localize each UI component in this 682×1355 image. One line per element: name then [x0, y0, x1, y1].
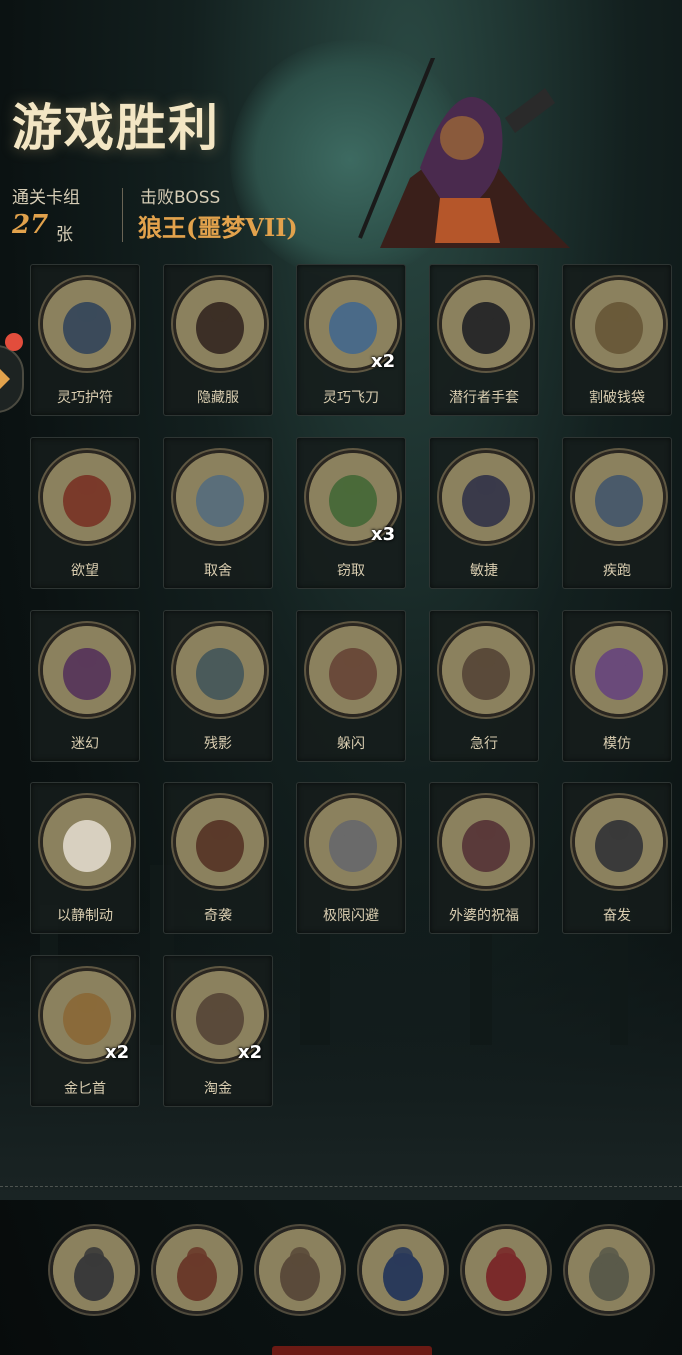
card-tile[interactable]: 奇袭	[163, 782, 273, 934]
hero-character-art	[340, 52, 580, 248]
archer-hero-icon[interactable]	[153, 1226, 241, 1314]
witch-icon	[40, 623, 134, 717]
card-name: 潜行者手套	[449, 390, 519, 406]
spellbook-icon[interactable]	[359, 1226, 447, 1314]
card-name: 疾跑	[603, 563, 631, 579]
card-tile[interactable]: 隐藏服	[163, 264, 273, 416]
card-tile[interactable]: 灵巧飞刀 x2	[296, 264, 406, 416]
card-name: 躲闪	[337, 736, 365, 752]
card-name: 极限闪避	[323, 908, 379, 924]
glove-icon	[439, 277, 533, 371]
boss-name: 狼王(噩梦VII)	[138, 213, 298, 242]
cut-purse-icon	[572, 277, 666, 371]
card-name: 灵巧护符	[57, 390, 113, 406]
card-tile[interactable]: 金匕首 x2	[30, 955, 140, 1107]
card-count: x2	[238, 1042, 263, 1063]
card-tile[interactable]: 疾跑	[562, 437, 672, 589]
deck-unit: 张	[56, 225, 73, 245]
muscle-kid-icon	[572, 795, 666, 889]
card-tile[interactable]: 急行	[429, 610, 539, 762]
card-name: 淘金	[204, 1081, 232, 1097]
card-name: 奋发	[603, 908, 631, 924]
card-tile[interactable]: 迷幻	[30, 610, 140, 762]
card-name: 残影	[204, 736, 232, 752]
card-tile[interactable]: 外婆的祝福	[429, 782, 539, 934]
card-tile[interactable]: 残影	[163, 610, 273, 762]
greedy-frog-icon	[40, 450, 134, 544]
card-name: 急行	[470, 736, 498, 752]
card-name: 灵巧飞刀	[323, 390, 379, 406]
card-name: 金匕首	[64, 1081, 106, 1097]
card-name: 敏捷	[470, 563, 498, 579]
card-tile[interactable]: 割破钱袋	[562, 264, 672, 416]
card-tile[interactable]: 模仿	[562, 610, 672, 762]
card-name: 割破钱袋	[589, 390, 645, 406]
hooded-cloak-icon	[173, 277, 267, 371]
game-victory-title: 游戏胜利	[12, 98, 220, 157]
lightning-cat-icon	[439, 450, 533, 544]
card-count: x2	[105, 1042, 130, 1063]
card-name: 以静制动	[57, 908, 113, 924]
stats-divider	[122, 188, 123, 242]
afterimage-icon	[173, 623, 267, 717]
dodge-icon	[306, 623, 400, 717]
card-name: 模仿	[603, 736, 631, 752]
wizard-icon	[173, 450, 267, 544]
amulet-icon	[40, 277, 134, 371]
demon-hero-icon[interactable]	[462, 1226, 550, 1314]
card-name: 欲望	[71, 563, 99, 579]
running-goblin-icon	[572, 450, 666, 544]
card-tile[interactable]: 奋发	[562, 782, 672, 934]
deck-count: 27	[12, 210, 49, 240]
helmet-hero-icon[interactable]	[256, 1226, 344, 1314]
card-count: x3	[371, 524, 396, 545]
card-count: x2	[371, 351, 396, 372]
card-tile[interactable]: 淘金 x2	[163, 955, 273, 1107]
card-tile[interactable]: 灵巧护符	[30, 264, 140, 416]
card-name: 外婆的祝福	[449, 908, 519, 924]
card-tile[interactable]: 窃取 x3	[296, 437, 406, 589]
card-tile[interactable]: 敏捷	[429, 437, 539, 589]
grandma-icon	[439, 795, 533, 889]
skull-flame-icon	[40, 795, 134, 889]
ambush-icon	[173, 795, 267, 889]
warrior-hero-icon[interactable]	[565, 1226, 653, 1314]
card-name: 取舍	[204, 563, 232, 579]
mask-icon	[572, 623, 666, 717]
card-tile[interactable]: 以静制动	[30, 782, 140, 934]
card-tile[interactable]: 潜行者手套	[429, 264, 539, 416]
bottom-button-edge[interactable]	[272, 1346, 432, 1355]
card-tile[interactable]: 取舍	[163, 437, 273, 589]
card-tile[interactable]: 躲闪	[296, 610, 406, 762]
card-tile[interactable]: 极限闪避	[296, 782, 406, 934]
notification-dot	[5, 333, 23, 351]
divider-dashed	[0, 1186, 682, 1187]
deck-label: 通关卡组	[12, 188, 80, 208]
card-name: 窃取	[337, 563, 365, 579]
card-name: 迷幻	[71, 736, 99, 752]
campfire-hero-icon[interactable]	[50, 1226, 138, 1314]
boss-label: 击败BOSS	[140, 188, 221, 208]
card-name: 隐藏服	[197, 390, 239, 406]
dash-icon	[439, 623, 533, 717]
side-drawer-tab[interactable]	[0, 345, 24, 413]
card-name: 奇袭	[204, 908, 232, 924]
card-tile[interactable]: 欲望	[30, 437, 140, 589]
chevron-right-icon	[0, 369, 10, 389]
extreme-dodge-icon	[306, 795, 400, 889]
